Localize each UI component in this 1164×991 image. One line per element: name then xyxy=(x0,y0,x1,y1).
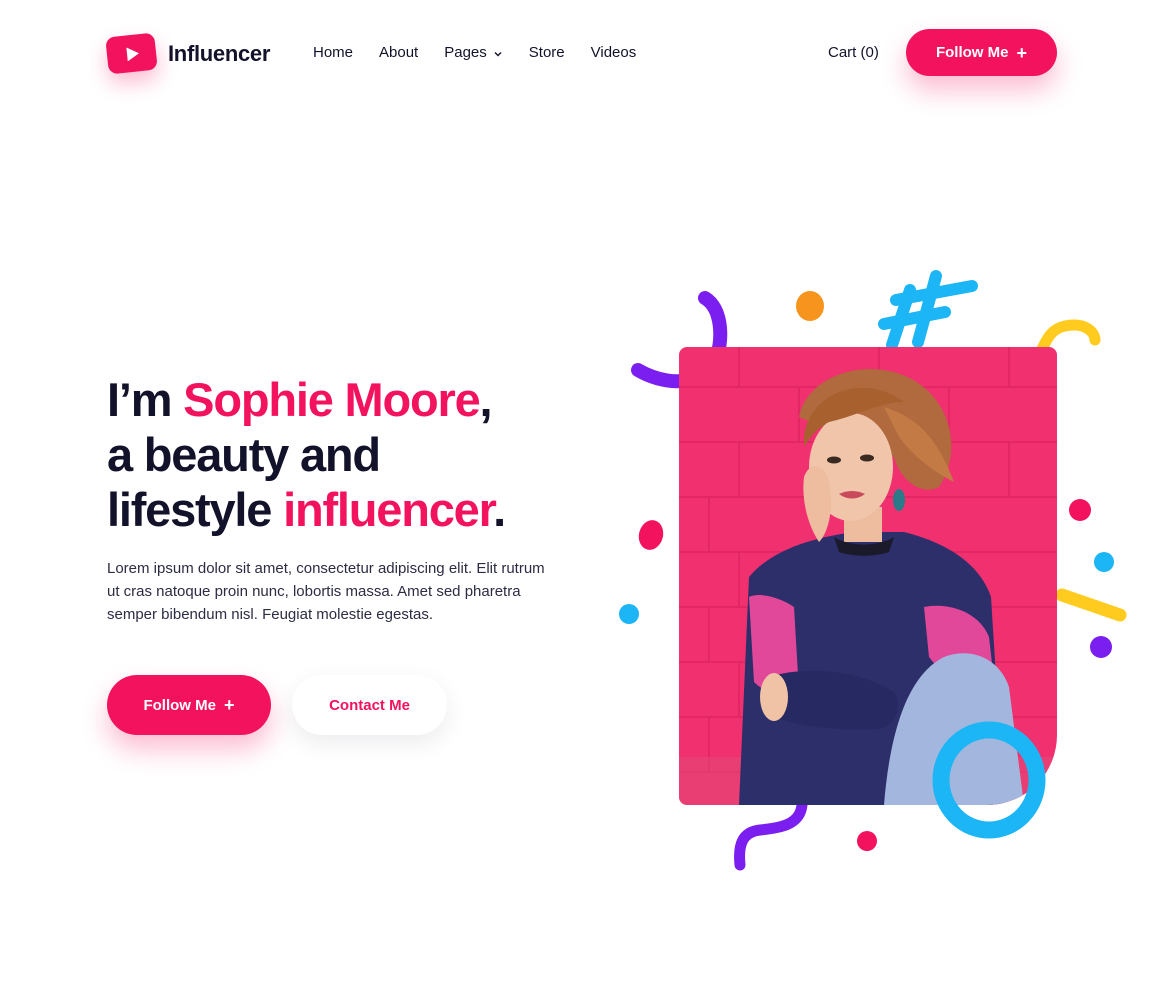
hero-title: I’m Sophie Moore, a beauty and lifestyle… xyxy=(107,372,627,537)
nav-item-pages: Pages xyxy=(444,44,503,62)
hero-title-part1: I’m xyxy=(107,373,184,426)
nav-item-videos: Videos xyxy=(591,44,637,62)
nav-link-pages[interactable]: Pages xyxy=(444,44,503,61)
nav-link-pages-label: Pages xyxy=(444,44,487,61)
cart-link[interactable]: Cart (0) xyxy=(828,44,879,61)
nav-link-about[interactable]: About xyxy=(379,44,418,61)
play-icon xyxy=(105,32,158,75)
hero-title-line2: a beauty and xyxy=(107,428,381,481)
hero-follow-button[interactable]: Follow Me + xyxy=(107,675,271,735)
plus-icon: + xyxy=(223,695,235,715)
nav-link-store[interactable]: Store xyxy=(529,44,565,61)
hero-description: Lorem ipsum dolor sit amet, consectetur … xyxy=(107,560,545,623)
chevron-down-icon xyxy=(494,51,502,56)
nav-follow-button[interactable]: Follow Me + xyxy=(906,29,1057,76)
nav-link-home[interactable]: Home xyxy=(313,44,353,61)
nav-link-videos[interactable]: Videos xyxy=(591,44,637,61)
hero-title-name: Sophie Moore xyxy=(183,373,481,426)
nav-item-about: About xyxy=(379,44,418,62)
hero-title-part2: , xyxy=(479,373,493,426)
nav-item-home: Home xyxy=(313,44,353,62)
hero-title-part3: lifestyle xyxy=(107,483,284,536)
hero-title-end: . xyxy=(493,483,506,536)
brand-name: Influencer xyxy=(168,40,271,66)
main-nav: Home About Pages Store Videos xyxy=(313,44,662,62)
hero-follow-label: Follow Me xyxy=(143,696,216,714)
contact-button[interactable]: Contact Me xyxy=(292,675,447,735)
nav-follow-label: Follow Me xyxy=(935,44,1009,61)
plus-icon: + xyxy=(1016,42,1027,63)
logo-link[interactable]: Influencer xyxy=(105,32,271,75)
ring-decoration xyxy=(932,721,1046,839)
nav-item-store: Store xyxy=(529,44,565,62)
hero-title-accent: influencer xyxy=(283,483,494,536)
